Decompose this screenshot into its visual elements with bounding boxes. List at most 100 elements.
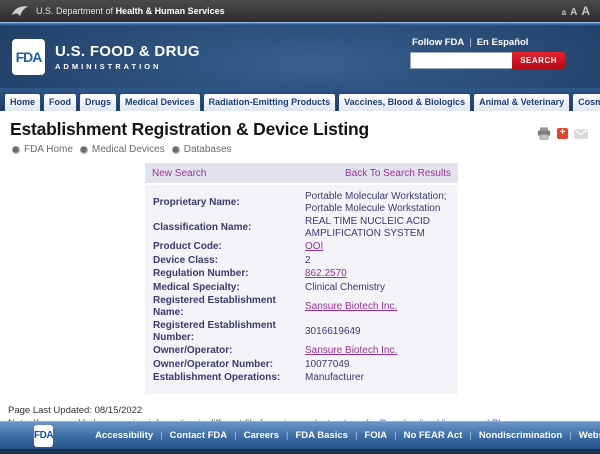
results-header: New Search Back To Search Results	[145, 163, 458, 183]
field-label: Medical Specialty:	[145, 281, 303, 295]
breadcrumb-item: Databases	[172, 144, 232, 155]
results-table: Proprietary Name:Portable Molecular Work…	[145, 185, 458, 394]
font-size-medium[interactable]: A	[570, 7, 577, 18]
table-row: Product Code:OOI	[145, 240, 458, 254]
breadcrumb: FDA Home Medical Devices Databases	[0, 140, 600, 155]
nav-tab-bar: HomeFoodDrugsMedical DevicesRadiation-Em…	[0, 88, 600, 111]
field-value: 862.2570	[303, 267, 458, 281]
footer-fda-logo[interactable]: FDA	[34, 425, 53, 447]
table-row: Registered Establishment Number:30166196…	[145, 319, 458, 344]
table-row: Regulation Number:862.2570	[145, 267, 458, 281]
separator: |	[227, 430, 243, 441]
field-value: 2	[303, 254, 458, 268]
breadcrumb-link[interactable]: Databases	[184, 144, 232, 155]
fda-logo[interactable]: FDA	[12, 39, 45, 75]
field-value: REAL TIME NUCLEIC ACID AMPLIFICATION SYS…	[303, 215, 458, 240]
nav-tab[interactable]: Vaccines, Blood & Biologics	[338, 93, 471, 111]
table-row: Device Class:2	[145, 254, 458, 268]
breadcrumb-link[interactable]: Medical Devices	[92, 144, 165, 155]
en-espanol-link[interactable]: En Español	[477, 37, 529, 48]
nav-tab[interactable]: Drugs	[79, 93, 117, 111]
nav-tab[interactable]: Medical Devices	[119, 93, 201, 111]
table-row: Registered Establishment Name:Sansure Bi…	[145, 294, 458, 319]
footer-link[interactable]: Contact FDA	[170, 430, 228, 441]
separator: |	[279, 430, 295, 441]
new-search-link[interactable]: New Search	[152, 168, 206, 179]
hhs-eagle-icon	[10, 4, 30, 18]
nav-tab[interactable]: Food	[43, 93, 77, 111]
page-title: Establishment Registration & Device List…	[10, 119, 590, 140]
page-last-updated: Page Last Updated: 08/15/2022	[8, 404, 592, 418]
table-row: Proprietary Name:Portable Molecular Work…	[145, 190, 458, 215]
field-label: Registered Establishment Number:	[145, 319, 303, 344]
search-button[interactable]: SEARCH	[512, 52, 565, 69]
footer-bar: FDA Accessibility|Contact FDA|Careers|FD…	[0, 421, 600, 449]
breadcrumb-item: FDA Home	[12, 144, 73, 155]
font-size-small[interactable]: a	[562, 8, 566, 17]
field-label: Classification Name:	[145, 215, 303, 240]
breadcrumb-bullet-icon	[12, 146, 20, 154]
title-row: Establishment Registration & Device List…	[0, 111, 600, 140]
field-value-link[interactable]: 862.2570	[305, 268, 347, 279]
separator: |	[387, 430, 403, 441]
field-label: Registered Establishment Name:	[145, 294, 303, 319]
field-value-link[interactable]: Sansure Biotech Inc.	[305, 301, 397, 312]
footer-link[interactable]: Careers	[244, 430, 279, 441]
field-label: Owner/Operator Number:	[145, 358, 303, 372]
font-size-large[interactable]: A	[581, 4, 590, 18]
share-plus-icon[interactable]: +	[557, 128, 568, 139]
divider: |	[464, 37, 476, 48]
field-value: Sansure Biotech Inc.	[303, 344, 458, 358]
nav-tab[interactable]: Cosmetics	[572, 93, 600, 111]
table-row: Establishment Operations:Manufacturer	[145, 371, 458, 385]
field-label: Product Code:	[145, 240, 303, 254]
footer-link[interactable]: Website Policies / Privacy	[579, 430, 600, 441]
search-input[interactable]	[410, 52, 512, 69]
separator: |	[562, 430, 578, 441]
gov-bar-text-bold: Health & Human Services	[116, 6, 225, 16]
footer-link[interactable]: FDA Basics	[295, 430, 347, 441]
breadcrumb-link[interactable]: FDA Home	[24, 144, 73, 155]
gov-bar-text: U.S. Department of Health & Human Servic…	[36, 6, 225, 16]
footer-link[interactable]: FOIA	[364, 430, 387, 441]
separator: |	[462, 430, 478, 441]
nav-tab[interactable]: Radiation-Emitting Products	[203, 93, 337, 111]
separator: |	[348, 430, 364, 441]
field-value: 10077049	[303, 358, 458, 372]
brand-line1: U.S. FOOD & DRUG	[55, 43, 200, 60]
table-row: Classification Name:REAL TIME NUCLEIC AC…	[145, 215, 458, 240]
fda-header: FDA U.S. FOOD & DRUG ADMINISTRATION Foll…	[0, 26, 600, 88]
field-value: 3016619649	[303, 319, 458, 344]
bottom-strip	[0, 449, 600, 454]
field-label: Owner/Operator:	[145, 344, 303, 358]
breadcrumb-bullet-icon	[172, 146, 180, 154]
font-size-controls: a A A	[562, 4, 590, 18]
footer-link[interactable]: Nondiscrimination	[479, 430, 562, 441]
table-row: Owner/Operator Number:10077049	[145, 358, 458, 372]
back-to-results-link[interactable]: Back To Search Results	[345, 168, 451, 179]
separator: |	[153, 430, 169, 441]
gov-bar: U.S. Department of Health & Human Servic…	[0, 0, 600, 22]
table-row: Owner/Operator:Sansure Biotech Inc.	[145, 344, 458, 358]
share-icons: +	[537, 127, 588, 140]
footer-link[interactable]: No FEAR Act	[404, 430, 463, 441]
main-content: Establishment Registration & Device List…	[0, 111, 600, 421]
follow-fda-link[interactable]: Follow FDA	[412, 37, 464, 48]
field-value: Manufacturer	[303, 371, 458, 385]
footer-link[interactable]: Accessibility	[95, 430, 153, 441]
field-value-link[interactable]: OOI	[305, 241, 323, 252]
printer-icon[interactable]	[537, 127, 551, 140]
field-value: Portable Molecular Workstation; Portable…	[303, 190, 458, 215]
nav-tab[interactable]: Home	[4, 93, 41, 111]
brand-line2: ADMINISTRATION	[55, 62, 200, 71]
breadcrumb-item: Medical Devices	[80, 144, 165, 155]
field-value-link[interactable]: Sansure Biotech Inc.	[305, 345, 397, 356]
field-label: Proprietary Name:	[145, 190, 303, 215]
table-row: Medical Specialty:Clinical Chemistry	[145, 281, 458, 295]
breadcrumb-bullet-icon	[80, 146, 88, 154]
results-panel: New Search Back To Search Results Propri…	[145, 163, 458, 394]
header-right: Follow FDA|En Español SEARCH	[410, 37, 565, 69]
field-value: Clinical Chemistry	[303, 281, 458, 295]
nav-tab[interactable]: Animal & Veterinary	[473, 93, 570, 111]
email-icon[interactable]	[574, 129, 588, 139]
